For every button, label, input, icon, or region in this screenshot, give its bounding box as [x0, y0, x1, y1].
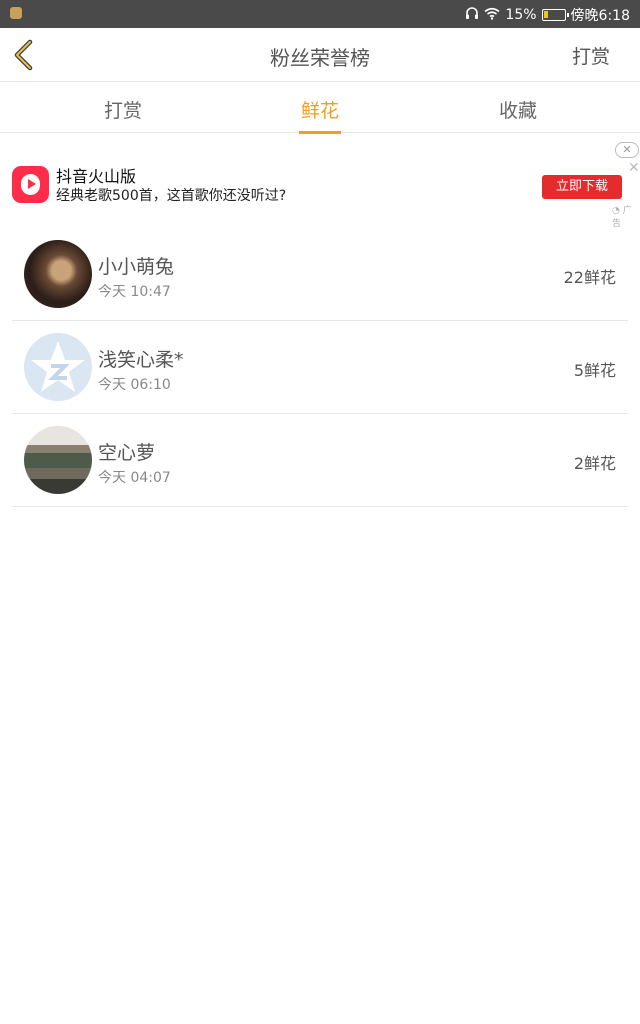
wifi-icon — [484, 7, 500, 24]
clock: 傍晚6:18 — [570, 8, 630, 24]
status-bar: 15% 傍晚6:18 — [0, 0, 640, 28]
app-logo-icon — [12, 166, 49, 203]
avatar — [24, 240, 92, 308]
tab-reward[interactable]: 打赏 — [104, 96, 142, 123]
user-name: 空心萝 — [98, 442, 156, 464]
avatar — [24, 426, 92, 494]
tab-favorites[interactable]: 收藏 — [499, 96, 537, 123]
ad-description: 经典老歌500首，这首歌你还没听过? — [56, 188, 287, 204]
battery-percent: 15% — [505, 7, 537, 23]
page-title: 粉丝荣誉榜 — [270, 46, 370, 70]
flower-count: 5鲜花 — [573, 361, 616, 380]
reward-button[interactable]: 打赏 — [572, 42, 610, 69]
user-name: 小小萌兔 — [98, 256, 175, 278]
timestamp: 今天 04:07 — [98, 470, 171, 486]
notification-app-icon — [10, 7, 22, 19]
fan-list: 小小萌兔 今天 10:47 22鲜花 浅笑心柔* 今天 06:10 5鲜花 空心… — [0, 228, 640, 507]
tab-flowers[interactable]: 鲜花 — [298, 96, 342, 134]
tab-bar: 打赏 鲜花 收藏 — [0, 82, 640, 134]
battery-icon — [541, 9, 569, 21]
ad-app-name: 抖音火山版 — [56, 167, 137, 186]
dismiss-icon[interactable]: ✕ — [628, 160, 640, 176]
user-name: 浅笑心柔* — [98, 349, 184, 371]
list-item[interactable]: 浅笑心柔* 今天 06:10 5鲜花 — [12, 321, 628, 414]
status-right: 15% 傍晚6:18 — [465, 5, 630, 25]
avatar — [24, 333, 92, 401]
timestamp: 今天 06:10 — [98, 377, 171, 393]
ad-tag: ◔ 广告 — [612, 206, 632, 229]
list-item[interactable]: 小小萌兔 今天 10:47 22鲜花 — [12, 228, 628, 321]
download-button[interactable]: 立即下载 — [542, 175, 622, 199]
headphones-icon — [465, 6, 479, 24]
ad-banner[interactable]: 抖音火山版 经典老歌500首，这首歌你还没听过? 立即下载 ✕ ✕ ◔ 广告 — [0, 140, 640, 229]
nav-bar: 粉丝荣誉榜 打赏 — [0, 28, 640, 82]
timestamp: 今天 10:47 — [98, 284, 171, 300]
ad-close-icon[interactable]: ✕ — [615, 142, 639, 158]
flower-count: 22鲜花 — [563, 268, 616, 287]
list-item[interactable]: 空心萝 今天 04:07 2鲜花 — [12, 414, 628, 507]
flower-count: 2鲜花 — [573, 454, 616, 473]
